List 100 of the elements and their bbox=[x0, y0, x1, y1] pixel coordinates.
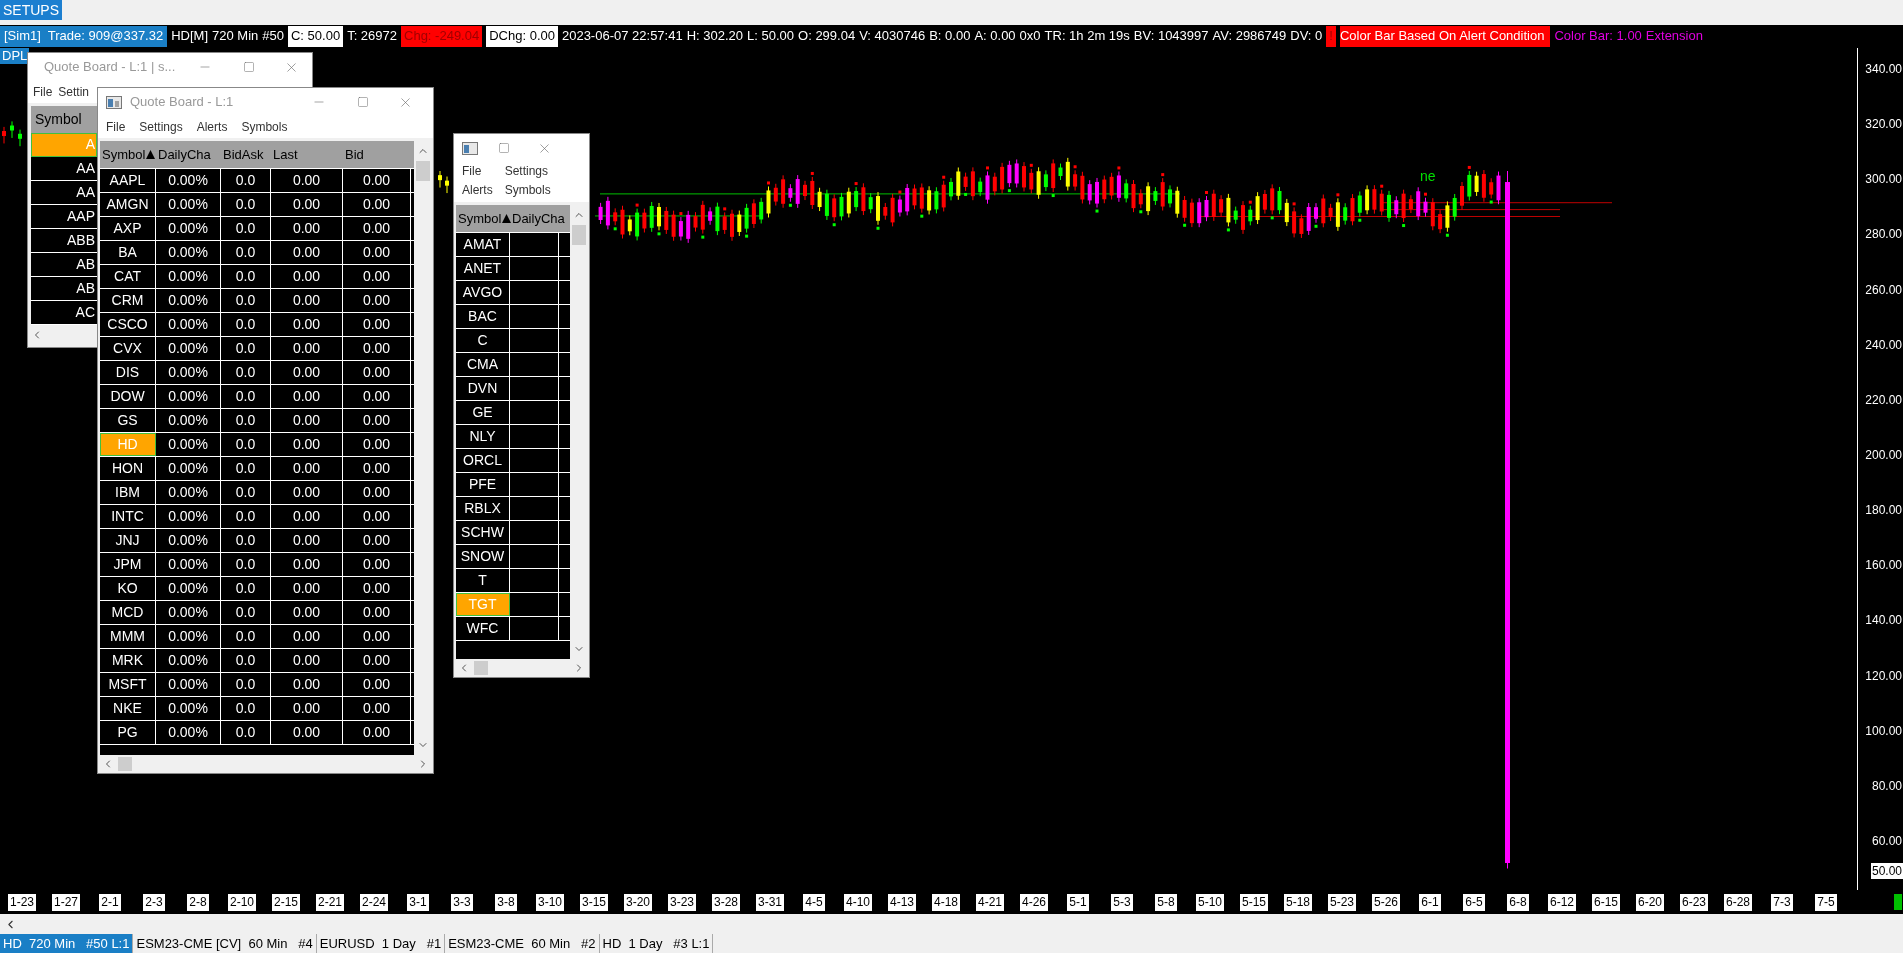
ticker-cell[interactable]: AAP bbox=[31, 205, 97, 229]
table-cell: 0.00 bbox=[271, 313, 343, 336]
menu-item[interactable]: File bbox=[462, 162, 493, 181]
scrollbar-thumb[interactable] bbox=[474, 661, 488, 675]
table-cell: 0.00 bbox=[271, 433, 343, 456]
table-cell: 0.0 bbox=[221, 529, 271, 552]
price-axis-label: 60.00 bbox=[1871, 832, 1902, 849]
chart-tab[interactable]: HD 720 Min #50 L:1 bbox=[0, 934, 134, 953]
table-cell: 0.00 bbox=[343, 217, 411, 240]
status-text: Extension bbox=[1645, 27, 1703, 46]
column-header-label: Last bbox=[273, 145, 298, 164]
date-axis-label: 4-18 bbox=[932, 893, 960, 911]
table-cell: 0.0 bbox=[221, 673, 271, 696]
table-cell: 0.00% bbox=[156, 433, 221, 456]
ticker-cell[interactable]: AA bbox=[31, 181, 97, 205]
table-cell: 0.00 bbox=[343, 313, 411, 336]
menu-item[interactable]: Alerts bbox=[462, 181, 493, 200]
date-axis-label: 3-8 bbox=[495, 893, 517, 911]
date-axis-label: 6-15 bbox=[1592, 893, 1620, 911]
table-cell: 0.00% bbox=[156, 385, 221, 408]
last-price-label: 50.00 bbox=[1870, 862, 1903, 879]
table-cell: 0.00 bbox=[343, 337, 411, 360]
table-cell: 0.00 bbox=[343, 241, 411, 264]
table-cell: 0.00 bbox=[343, 409, 411, 432]
date-axis-label: 3-28 bbox=[712, 893, 740, 911]
menu-item[interactable]: Settings bbox=[504, 162, 551, 181]
column-header[interactable]: Symbol bbox=[31, 106, 97, 133]
ticker-cell[interactable]: AC bbox=[31, 301, 97, 325]
status-text: B: 0.00 bbox=[929, 27, 971, 46]
date-axis-label: 3-1 bbox=[407, 893, 429, 911]
date-axis-label: 6-28 bbox=[1724, 893, 1752, 911]
ticker-cell[interactable]: ABB bbox=[31, 229, 97, 253]
sort-ascending-icon bbox=[502, 214, 512, 223]
table-cell: 0.0 bbox=[221, 553, 271, 576]
status-text: TR: 1h 2m 19s bbox=[1044, 27, 1130, 46]
status-text: V: 4030746 bbox=[859, 27, 926, 46]
table-cell: 0.0 bbox=[221, 577, 271, 600]
ticker-cell[interactable]: AB bbox=[31, 277, 97, 301]
status-text: Color Bar: 1.00 bbox=[1554, 27, 1642, 46]
table-cell: 0.00 bbox=[343, 505, 411, 528]
menu-item[interactable]: File bbox=[106, 118, 126, 136]
column-header-label: DailyCha bbox=[158, 145, 211, 164]
table-cell: 0.00% bbox=[156, 649, 221, 672]
ticker-cell[interactable]: AA bbox=[31, 157, 97, 181]
column-header[interactable]: Last bbox=[271, 141, 343, 168]
window-app-icon bbox=[106, 95, 122, 109]
column-header[interactable]: Symbol bbox=[456, 205, 510, 232]
table-cell: 0.00% bbox=[156, 625, 221, 648]
table-cell: 0.00% bbox=[156, 217, 221, 240]
scrollbar-thumb[interactable] bbox=[118, 757, 132, 771]
price-axis-label: 100.00 bbox=[1865, 722, 1902, 739]
table-cell: 0.00 bbox=[343, 529, 411, 552]
date-axis-label: 5-8 bbox=[1155, 893, 1177, 911]
date-axis-label: 6-20 bbox=[1636, 893, 1664, 911]
menu-item[interactable]: Symbols bbox=[241, 118, 288, 136]
column-header[interactable]: BidAsk bbox=[221, 141, 271, 168]
table-cell: 0.0 bbox=[221, 481, 271, 504]
table-cell: 0.0 bbox=[221, 241, 271, 264]
column-header-label: Bid bbox=[345, 145, 364, 164]
menu-item[interactable]: Alerts bbox=[196, 118, 228, 136]
table-cell: 0.00 bbox=[343, 625, 411, 648]
date-axis-label: 2-10 bbox=[228, 893, 256, 911]
status-text: #50 bbox=[262, 27, 284, 46]
setups-button[interactable]: SETUPS bbox=[0, 0, 62, 20]
table-cell: 0.00 bbox=[343, 289, 411, 312]
table-cell: 0.00 bbox=[343, 457, 411, 480]
table-cell: 0.00 bbox=[343, 697, 411, 720]
column-header[interactable]: DailyCha bbox=[156, 141, 221, 168]
status-text: [Sim1] Trade: 909@337.32 bbox=[0, 25, 168, 47]
menu-item[interactable]: Symbols bbox=[504, 181, 551, 200]
date-axis-label: 4-21 bbox=[976, 893, 1004, 911]
menu-item[interactable]: Settings bbox=[139, 118, 183, 136]
menu-item[interactable]: File bbox=[33, 83, 53, 101]
date-axis-label: 5-10 bbox=[1196, 893, 1224, 911]
window-app-icon bbox=[462, 141, 478, 155]
status-text: H: 302.20 bbox=[686, 27, 744, 46]
table-cell: 0.00 bbox=[271, 673, 343, 696]
ticker-cell[interactable]: AB bbox=[31, 253, 97, 277]
scrollbar-thumb[interactable] bbox=[415, 161, 430, 181]
date-axis-label: 2-21 bbox=[316, 893, 344, 911]
date-axis-label: 6-12 bbox=[1548, 893, 1576, 911]
candlestick bbox=[10, 120, 14, 139]
table-cell: 0.00% bbox=[156, 313, 221, 336]
table-cell: 0.00 bbox=[271, 601, 343, 624]
menu-item[interactable]: Settin bbox=[58, 83, 90, 101]
date-axis-label: 2-3 bbox=[143, 893, 165, 911]
table-cell: 0.00 bbox=[343, 433, 411, 456]
table-cell: 0.00 bbox=[343, 577, 411, 600]
date-axis-label: 3-31 bbox=[756, 893, 784, 911]
column-header[interactable]: Symbol bbox=[100, 141, 156, 168]
table-cell: 0.00 bbox=[343, 481, 411, 504]
date-axis-label: 5-26 bbox=[1372, 893, 1400, 911]
table-cell: 0.0 bbox=[221, 697, 271, 720]
scrollbar-thumb[interactable] bbox=[571, 225, 586, 245]
date-axis-label: 4-26 bbox=[1020, 893, 1048, 911]
column-header[interactable]: Bid bbox=[343, 141, 411, 168]
table-cell: 0.00 bbox=[271, 529, 343, 552]
date-axis-label: 5-3 bbox=[1111, 893, 1133, 911]
table-cell: 0.00 bbox=[271, 289, 343, 312]
status-text: 0x0 bbox=[1019, 27, 1041, 46]
